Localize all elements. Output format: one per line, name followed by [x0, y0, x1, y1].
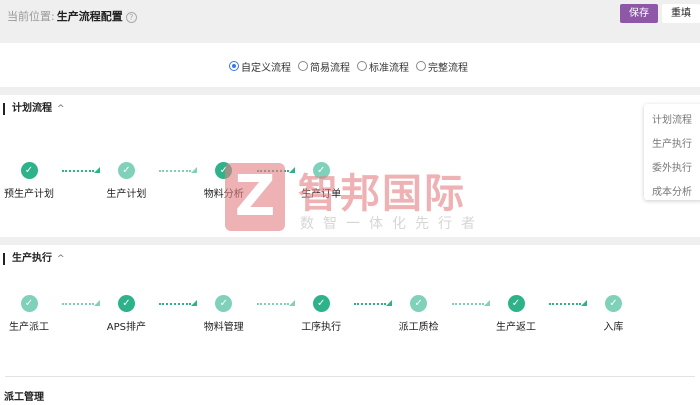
check-icon: ✓: [215, 162, 233, 179]
step-label: 生产订单: [301, 189, 342, 200]
check-icon: ✓: [604, 295, 622, 312]
divider: [5, 376, 695, 377]
check-icon: ✓: [410, 295, 428, 312]
step-label: 工序执行: [301, 322, 342, 333]
step-label: 生产返工: [496, 322, 536, 333]
check-icon: ✓: [215, 295, 233, 312]
section-title: 计划流程: [12, 103, 52, 114]
flow-step[interactable]: ✓ 工序执行: [286, 295, 356, 333]
breadcrumb: 当前位置: 生产流程配置?: [7, 8, 137, 24]
radio-custom[interactable]: 自定义流程: [229, 59, 291, 74]
check-icon: ✓: [117, 295, 135, 312]
radio-label: 自定义流程: [241, 62, 291, 74]
float-nav-item[interactable]: 计划流程: [644, 109, 700, 133]
flow-step[interactable]: ✓ 生产派工: [0, 295, 64, 333]
radio-label: 标准流程: [369, 62, 409, 74]
floating-nav: 计划流程 生产执行 委外执行 成本分析: [644, 104, 700, 200]
location-label: 当前位置:: [7, 10, 55, 23]
float-nav-item[interactable]: 生产执行: [644, 133, 700, 157]
section-header[interactable]: 生产执行 ^: [3, 253, 65, 265]
section-header[interactable]: 计划流程 ^: [3, 103, 65, 115]
check-icon: ✓: [507, 295, 525, 312]
radio-checked-icon[interactable]: [229, 61, 239, 71]
radio-label: 完整流程: [428, 62, 468, 74]
check-icon: ✓: [312, 162, 330, 179]
chevron-up-icon[interactable]: ^: [57, 104, 65, 114]
sub-section-title: 派工管理: [4, 392, 44, 403]
radio-simple[interactable]: 简易流程: [298, 59, 350, 74]
step-label: 物料分析: [203, 189, 244, 200]
flow-step[interactable]: ✓ APS排产: [91, 295, 161, 333]
radio-label: 简易流程: [310, 62, 350, 74]
radio-unchecked-icon[interactable]: [298, 61, 308, 71]
radio-standard[interactable]: 标准流程: [357, 59, 409, 74]
check-icon: ✓: [20, 162, 38, 179]
flow-step[interactable]: ✓ 生产计划: [91, 162, 161, 200]
header-bar: 当前位置: 生产流程配置? 保存 重填: [0, 0, 700, 43]
step-label: 派工质检: [398, 322, 439, 333]
step-label: 物料管理: [203, 322, 244, 333]
step-label: 生产派工: [9, 322, 49, 333]
step-label: 入库: [603, 322, 624, 333]
flow-step[interactable]: ✓ 入库: [578, 295, 648, 333]
flow-step[interactable]: ✓ 生产订单: [286, 162, 356, 200]
step-label: 预生产计划: [4, 189, 54, 200]
help-icon[interactable]: ?: [125, 11, 137, 23]
float-nav-item[interactable]: 委外执行: [644, 157, 700, 181]
section-production-exec: 生产执行 ^ 派工管理 ✓ 生产派工 ✓ APS排产 ✓ 物料管理 ✓ 工序执行 ✓ 派工质检 ✓ 生产…: [0, 245, 700, 405]
check-icon: ✓: [117, 162, 135, 179]
float-nav-item[interactable]: 成本分析: [644, 181, 700, 205]
step-label: APS排产: [106, 322, 146, 333]
section-title: 生产执行: [12, 253, 52, 264]
radio-unchecked-icon[interactable]: [357, 61, 367, 71]
page-title: 生产流程配置: [56, 10, 123, 23]
chevron-up-icon[interactable]: ^: [57, 254, 65, 264]
save-button[interactable]: 保存: [620, 4, 658, 23]
flow-step[interactable]: ✓ 物料管理: [189, 295, 259, 333]
flow-step[interactable]: ✓ 派工质检: [384, 295, 454, 333]
flow-step[interactable]: ✓ 生产返工: [481, 295, 551, 333]
flow-step[interactable]: ✓ 预生产计划: [0, 162, 64, 200]
step-label: 生产计划: [106, 189, 147, 200]
radio-complete[interactable]: 完整流程: [416, 59, 468, 74]
flow-type-radio-group: 自定义流程 简易流程 标准流程 完整流程: [0, 43, 700, 87]
check-icon: ✓: [312, 295, 330, 312]
section-plan-flow: 计划流程 ^ ✓ 预生产计划 ✓ 生产计划 ✓ 物料分析 ✓ 生产订单: [0, 95, 700, 237]
reset-button[interactable]: 重填: [662, 4, 700, 23]
flow-step[interactable]: ✓ 物料分析: [189, 162, 259, 200]
check-icon: ✓: [20, 295, 38, 312]
radio-unchecked-icon[interactable]: [416, 61, 426, 71]
